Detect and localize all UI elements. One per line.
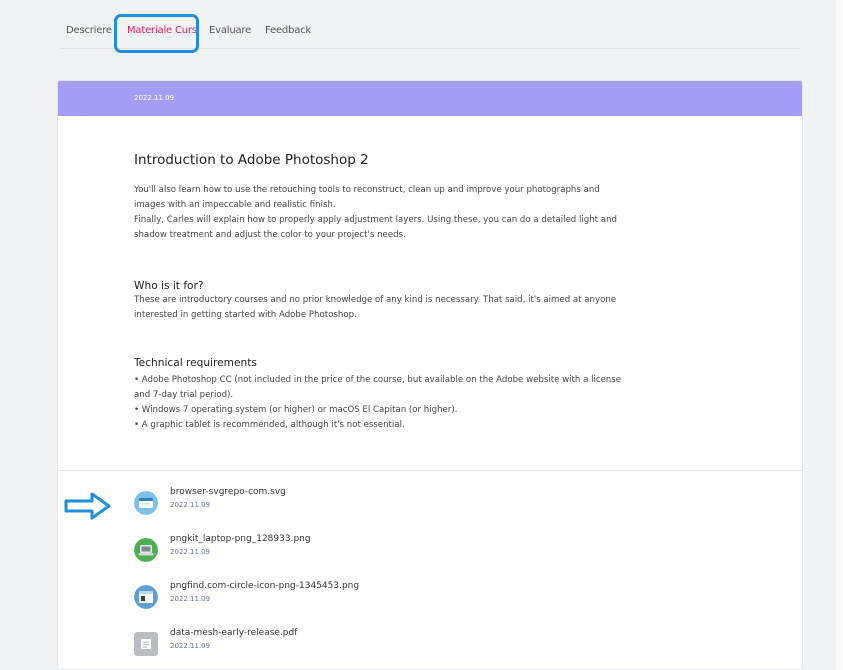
tech-line: and 7-day trial period). [134,390,234,400]
lesson-title: Introduction to Adobe Photoshop 2 [134,152,369,168]
scrollbar[interactable] [836,0,843,670]
annotation-arrow-icon [64,492,111,520]
attachment-item[interactable]: pngkit_laptop-png_128933.png 2022.11.09 [134,534,534,564]
attachment-name[interactable]: data-mesh-early-release.pdf [170,628,297,638]
intro-line: You'll also learn how to use the retouch… [134,185,600,195]
tech-line: • Windows 7 operating system (or higher)… [134,405,458,415]
tech-line: • Adobe Photoshop CC (not included in th… [134,375,622,385]
who-heading: Who is it for? [134,280,204,292]
attachment-name[interactable]: pngkit_laptop-png_128933.png [170,534,311,544]
laptop-icon [134,538,158,562]
intro-line: images with an impeccable and realistic … [134,200,336,210]
lesson-card-header: 2022.11.09 [58,81,802,116]
document-icon [134,632,158,656]
divider [58,470,802,471]
tech-line: • A graphic tablet is recommended, altho… [134,420,405,430]
tab-feedback[interactable]: Feedback [265,25,311,36]
who-text: These are introductory courses and no pr… [134,293,734,323]
tab-evaluare[interactable]: Evaluare [209,25,251,36]
lesson-card: 2022.11.09 Introduction to Adobe Photosh… [57,80,803,670]
lesson-date: 2022.11.09 [134,94,175,102]
attachment-date: 2022.11.09 [170,595,211,603]
attachment-name[interactable]: browser-svgrepo-com.svg [170,487,286,497]
tech-text: • Adobe Photoshop CC (not included in th… [134,373,734,433]
attachment-item[interactable]: data-mesh-early-release.pdf 2022.11.09 [134,628,534,658]
intro-line: shadow treatment and adjust the color to… [134,230,406,240]
tech-heading: Technical requirements [134,357,257,369]
attachment-item[interactable]: browser-svgrepo-com.svg 2022.11.09 [134,487,534,517]
who-line: interested in getting started with Adobe… [134,310,357,320]
intro-line: Finally, Carles will explain how to prop… [134,215,617,225]
lesson-intro: You'll also learn how to use the retouch… [134,183,734,243]
tab-descriere[interactable]: Descriere [66,25,112,36]
attachment-item[interactable]: pngfind.com-circle-icon-png-1345453.png … [134,581,534,611]
page: Descriere Materiale Curs Evaluare Feedba… [0,0,843,670]
attachment-date: 2022.11.09 [170,501,211,509]
browser-icon [134,491,158,515]
window-icon [134,585,158,609]
attachment-date: 2022.11.09 [170,548,211,556]
attachment-date: 2022.11.09 [170,642,211,650]
annotation-highlight-box [114,14,199,53]
who-line: These are introductory courses and no pr… [134,295,617,305]
attachment-name[interactable]: pngfind.com-circle-icon-png-1345453.png [170,581,359,591]
